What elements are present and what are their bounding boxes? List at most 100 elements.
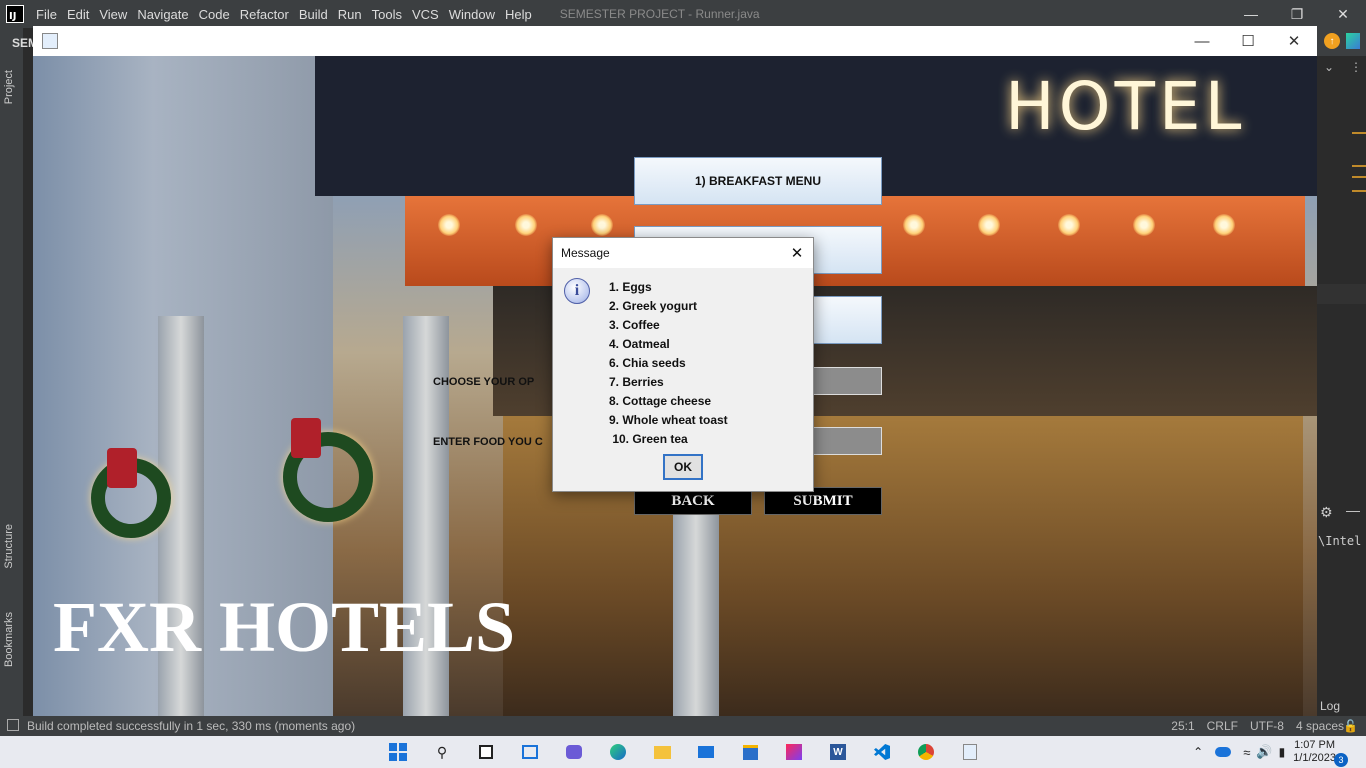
canopy-light (1213, 214, 1235, 236)
error-stripe-mark (1352, 165, 1366, 167)
plugin-icon[interactable] (1346, 33, 1360, 49)
info-icon: i (564, 278, 590, 304)
choose-option-label: CHOOSE YOUR OP (433, 376, 535, 388)
edge-browser-icon[interactable] (608, 742, 628, 762)
menu-view[interactable]: View (95, 7, 131, 22)
menu-vcs[interactable]: VCS (408, 7, 443, 22)
wifi-icon[interactable]: ≈ (1243, 745, 1250, 760)
list-item: 10. Green tea (609, 432, 688, 446)
caret-position[interactable]: 25:1 (1171, 719, 1194, 733)
error-stripe-mark (1352, 132, 1366, 134)
menu-help[interactable]: Help (501, 7, 536, 22)
hide-panel-icon[interactable]: — (1346, 502, 1360, 518)
windows-start-icon[interactable] (388, 742, 408, 762)
build-status-message[interactable]: Build completed successfully in 1 sec, 3… (27, 719, 355, 733)
app-minimize-button[interactable]: — (1179, 26, 1225, 56)
intellij-taskbar-icon[interactable] (784, 742, 804, 762)
ide-minimize-button[interactable]: — (1228, 0, 1274, 28)
breakfast-items-list: 1. Eggs 2. Greek yogurt 3. Coffee 4. Oat… (609, 278, 728, 449)
close-icon[interactable]: ✕ (785, 241, 809, 265)
word-icon[interactable]: W (828, 742, 848, 762)
canopy-light (591, 214, 613, 236)
vscode-icon[interactable] (872, 742, 892, 762)
menu-tools[interactable]: Tools (368, 7, 406, 22)
taskbar-clock[interactable]: 1:07 PM 1/1/2023 (1293, 739, 1336, 765)
app-close-button[interactable]: ✕ (1271, 26, 1317, 56)
console-path-text: \Intel (1318, 534, 1362, 548)
list-item: 6. Chia seeds (609, 356, 686, 370)
list-item: 4. Oatmeal (609, 337, 670, 351)
clock-date: 1/1/2023 (1293, 752, 1336, 764)
menu-window[interactable]: Window (445, 7, 499, 22)
list-item: 2. Greek yogurt (609, 299, 698, 313)
canopy-light (1133, 214, 1155, 236)
chrome-icon[interactable] (916, 742, 936, 762)
menu-navigate[interactable]: Navigate (133, 7, 192, 22)
widgets-icon[interactable] (520, 742, 540, 762)
java-app-icon (42, 33, 58, 49)
enter-food-label: ENTER FOOD YOU C (433, 436, 543, 448)
bow-decoration (291, 418, 321, 458)
event-log-tab[interactable]: Log (1320, 699, 1340, 713)
line-ending[interactable]: CRLF (1207, 719, 1238, 733)
brand-title: FXR HOTELS (53, 587, 516, 667)
breakfast-menu-button[interactable]: 1) BREAKFAST MENU (634, 157, 882, 205)
toggle-toolwindows-icon[interactable] (7, 719, 19, 731)
list-item: 9. Whole wheat toast (609, 413, 728, 427)
chevron-up-icon[interactable]: ⌃ (1193, 745, 1203, 759)
battery-icon[interactable]: ▮ (1279, 745, 1286, 759)
canopy-light (978, 214, 1000, 236)
canopy-light (903, 214, 925, 236)
ide-right-toolbar: ↑ (1316, 28, 1366, 56)
canopy-light (1058, 214, 1080, 236)
clock-time: 1:07 PM (1294, 739, 1336, 751)
message-dialog: Message ✕ i 1. Eggs 2. Greek yogurt 3. C… (552, 237, 814, 492)
update-icon[interactable]: ↑ (1324, 33, 1340, 49)
menu-file[interactable]: File (32, 7, 61, 22)
ok-button[interactable]: OK (663, 454, 703, 480)
indent-setting[interactable]: 4 spaces (1296, 719, 1344, 733)
menu-refactor[interactable]: Refactor (236, 7, 293, 22)
list-item: 1. Eggs (609, 280, 652, 294)
dialog-title: Message (561, 246, 610, 260)
volume-icon[interactable]: 🔊 (1256, 744, 1272, 760)
settings-gear-icon[interactable]: ⚙ (1320, 504, 1333, 521)
canopy-light (515, 214, 537, 236)
bow-decoration (107, 448, 137, 488)
bookmarks-tool-tab[interactable]: Bookmarks (3, 612, 15, 667)
chevron-down-icon[interactable]: ⌄ (1324, 60, 1334, 74)
ide-left-toolstrip: Project Structure Bookmarks (0, 28, 24, 716)
menu-code[interactable]: Code (195, 7, 234, 22)
hotel-sign-text: HOTEL (1005, 68, 1246, 145)
list-item: 8. Cottage cheese (609, 394, 712, 408)
chat-icon[interactable] (564, 742, 584, 762)
java-taskbar-icon[interactable] (960, 742, 980, 762)
app-maximize-button[interactable]: ☐ (1225, 26, 1271, 56)
ide-status-bar: Build completed successfully in 1 sec, 3… (0, 716, 1366, 736)
ide-right-panel: ⌄ ⋮ ⚙ — \Intel Log (1316, 56, 1366, 716)
menu-edit[interactable]: Edit (63, 7, 93, 22)
ide-restore-button[interactable]: ❐ (1274, 0, 1320, 28)
dialog-titlebar: Message ✕ (553, 238, 813, 268)
notification-badge[interactable]: 3 (1334, 753, 1348, 767)
menu-build[interactable]: Build (295, 7, 332, 22)
more-icon[interactable]: ⋮ (1350, 60, 1362, 74)
error-stripe-mark (1352, 176, 1366, 178)
ide-close-button[interactable]: ✕ (1320, 0, 1366, 28)
app-titlebar: — ☐ ✕ (33, 26, 1317, 56)
lock-icon[interactable]: 🔓 (1343, 719, 1358, 733)
list-item: 7. Berries (609, 375, 664, 389)
project-tool-tab[interactable]: Project (3, 70, 15, 104)
ide-menubar: IJ File Edit View Navigate Code Refactor… (0, 0, 1366, 28)
file-explorer-icon[interactable] (652, 742, 672, 762)
menu-run[interactable]: Run (334, 7, 366, 22)
structure-tool-tab[interactable]: Structure (3, 524, 15, 569)
task-view-icon[interactable] (476, 742, 496, 762)
intellij-logo-icon: IJ (6, 5, 24, 23)
mail-icon[interactable] (696, 742, 716, 762)
ide-project-panel-edge (24, 28, 33, 716)
onedrive-icon[interactable] (1215, 747, 1232, 757)
store-icon[interactable] (740, 742, 760, 762)
search-icon[interactable]: ⚲ (432, 742, 452, 762)
file-encoding[interactable]: UTF-8 (1250, 719, 1284, 733)
